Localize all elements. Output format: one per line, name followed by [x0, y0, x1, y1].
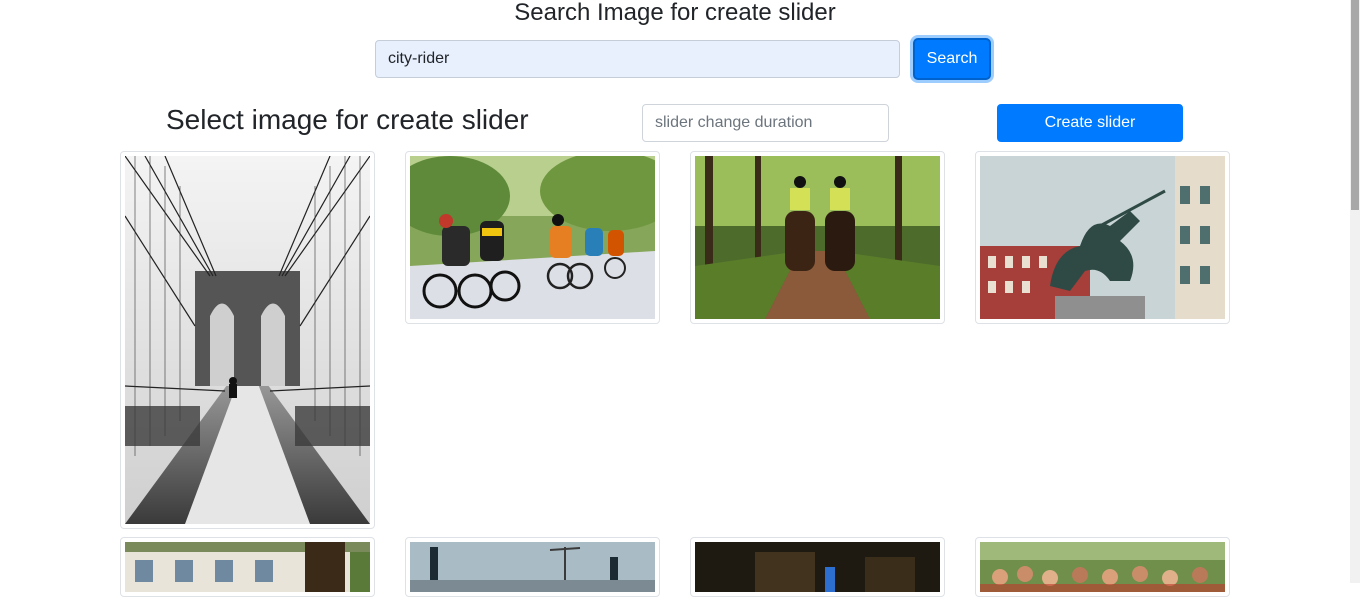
police-photo	[695, 156, 940, 319]
page-title: Search Image for create slider	[514, 0, 836, 26]
gallery-image-mounted-police[interactable]	[690, 151, 945, 324]
gallery-image-night-street[interactable]	[690, 537, 945, 597]
night-street-photo	[695, 542, 940, 592]
cyclists-photo	[410, 156, 655, 319]
gallery-title: Select image for create slider	[166, 104, 529, 135]
gallery-image-crowd[interactable]	[975, 537, 1230, 597]
duration-input[interactable]	[642, 104, 889, 142]
page-scrollbar[interactable]	[1350, 0, 1360, 583]
search-input[interactable]	[375, 40, 900, 78]
gallery-image-statue[interactable]	[975, 151, 1230, 324]
gallery-image-bridge[interactable]	[120, 151, 375, 529]
statue-photo	[980, 156, 1225, 319]
search-button[interactable]: Search	[913, 38, 991, 80]
bridge-photo	[125, 156, 370, 524]
street-photo	[410, 542, 655, 592]
gallery-image-street[interactable]	[405, 537, 660, 597]
scrollbar-thumb[interactable]	[1351, 0, 1359, 210]
gallery-image-building[interactable]	[120, 537, 375, 597]
crowd-photo	[980, 542, 1225, 592]
gallery-image-cyclists[interactable]	[405, 151, 660, 324]
create-slider-button[interactable]: Create slider	[997, 104, 1183, 142]
building-photo	[125, 542, 370, 592]
